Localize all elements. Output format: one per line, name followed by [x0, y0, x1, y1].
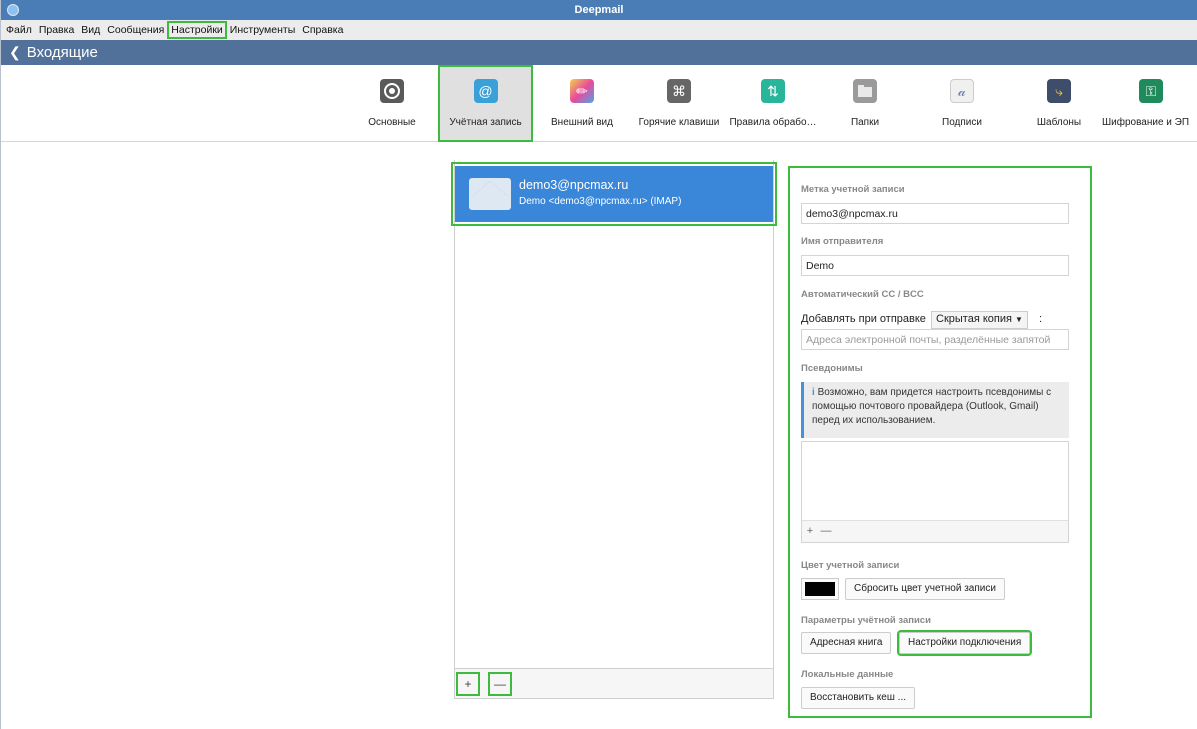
envelope-icon — [469, 178, 511, 210]
account-params-heading: Параметры учётной записи — [801, 615, 931, 626]
folder-icon — [853, 79, 877, 103]
connection-settings-button[interactable]: Настройки подключения — [896, 630, 1033, 656]
tab-hotkeys[interactable]: ⌘ Горячие клавиши — [633, 65, 725, 142]
add-alias-button[interactable]: + — [802, 521, 818, 541]
remove-account-button[interactable]: — — [488, 672, 512, 696]
tab-templates-label: Шаблоны — [1036, 117, 1082, 128]
account-color-heading: Цвет учетной записи — [801, 560, 900, 571]
reset-color-button[interactable]: Сбросить цвет учетной записи — [845, 578, 1005, 600]
key-icon: ⚿ — [1139, 79, 1163, 103]
copy-type-value: Скрытая копия — [936, 313, 1012, 325]
template-icon: ⤷ — [1047, 79, 1071, 103]
account-color-fill — [805, 582, 835, 596]
tab-folders-label: Папки — [850, 117, 880, 128]
aliases-list-footer: + — — [802, 520, 1068, 542]
add-on-send-label: Добавлять при отправке — [801, 313, 926, 325]
preferences-toolbar: Основные @ Учётная запись ✏ Внешний вид … — [1, 65, 1197, 142]
app-icon — [7, 4, 19, 16]
menu-settings[interactable]: Настройки — [167, 21, 227, 39]
chevron-down-icon: ▼ — [1015, 315, 1023, 324]
menu-tools[interactable]: Инструменты — [227, 22, 298, 38]
menu-file[interactable]: Файл — [3, 22, 35, 38]
tab-hotkeys-label: Горячие клавиши — [638, 117, 720, 128]
at-sign-icon: @ — [473, 79, 498, 103]
account-email: demo3@npcmax.ru — [519, 178, 629, 192]
back-to-inbox-link[interactable]: Входящие — [27, 44, 98, 61]
nav-bar: ❮ Входящие — [1, 40, 1197, 65]
account-label-heading: Метка учетной записи — [801, 184, 905, 195]
menu-view[interactable]: Вид — [78, 22, 103, 38]
add-account-button[interactable]: + — [456, 672, 480, 696]
tab-encryption-label: Шифрование и ЭП — [1102, 117, 1190, 128]
account-list-footer: + — — [455, 668, 773, 698]
menu-messages[interactable]: Сообщения — [104, 22, 167, 38]
aliases-info-box: i Возможно, вам придется настроить псевд… — [801, 382, 1069, 438]
account-label-field[interactable]: demo3@npcmax.ru — [801, 203, 1069, 224]
restore-cache-button[interactable]: Восстановить кеш ... — [801, 687, 915, 709]
account-list-item[interactable]: demo3@npcmax.ru Demo <demo3@npcmax.ru> (… — [451, 162, 777, 226]
aliases-info-text: Возможно, вам придется настроить псевдон… — [812, 387, 1052, 426]
menu-help[interactable]: Справка — [299, 22, 346, 38]
tab-encryption[interactable]: ⚿ Шифрование и ЭП — [1099, 65, 1197, 142]
remove-alias-button[interactable]: — — [818, 521, 834, 541]
tab-account-label: Учётная запись — [449, 117, 522, 128]
sender-name-heading: Имя отправителя — [801, 236, 884, 247]
account-description: Demo <demo3@npcmax.ru> (IMAP) — [519, 196, 682, 207]
command-key-icon: ⌘ — [667, 79, 691, 103]
tab-templates[interactable]: ⤷ Шаблоны — [1029, 65, 1089, 142]
tab-rules-label: Правила обрабо… — [729, 117, 817, 128]
account-details-panel: Метка учетной записи demo3@npcmax.ru Имя… — [788, 166, 1092, 718]
account-list: demo3@npcmax.ru Demo <demo3@npcmax.ru> (… — [451, 160, 777, 699]
app-window: Deepmail Файл Правка Вид Сообщения Настр… — [0, 0, 1197, 729]
colon-label: : — [1039, 313, 1043, 325]
tab-account[interactable]: @ Учётная запись — [438, 65, 533, 142]
palette-icon: ✏ — [570, 79, 594, 103]
menu-bar: Файл Правка Вид Сообщения Настройки Инст… — [1, 20, 1197, 40]
tab-appearance[interactable]: ✏ Внешний вид — [543, 65, 621, 142]
tab-general[interactable]: Основные — [357, 65, 427, 142]
info-icon: i — [812, 387, 815, 398]
gear-icon — [380, 79, 404, 103]
tab-appearance-label: Внешний вид — [551, 117, 613, 128]
cc-addresses-field[interactable]: Адреса электронной почты, разделённые за… — [801, 329, 1069, 350]
tab-rules[interactable]: ⇅ Правила обрабо… — [726, 65, 820, 142]
account-settings-pane: demo3@npcmax.ru Demo <demo3@npcmax.ru> (… — [1, 142, 1197, 718]
title-bar: Deepmail — [1, 0, 1197, 20]
rules-arrows-icon: ⇅ — [761, 79, 785, 103]
back-chevron-icon[interactable]: ❮ — [9, 44, 21, 61]
signature-icon: 𝒶 — [950, 79, 974, 103]
copy-type-select[interactable]: Скрытая копия ▼ — [931, 311, 1028, 329]
local-data-heading: Локальные данные — [801, 669, 894, 680]
sender-name-field[interactable]: Demo — [801, 255, 1069, 276]
aliases-heading: Псевдонимы — [801, 363, 863, 374]
account-color-swatch[interactable] — [801, 578, 839, 600]
tab-folders[interactable]: Папки — [835, 65, 895, 142]
tab-signatures-label: Подписи — [942, 117, 982, 128]
menu-edit[interactable]: Правка — [36, 22, 77, 38]
aliases-list[interactable]: + — — [801, 441, 1069, 543]
auto-cc-heading: Автоматический CC / BCC — [801, 289, 924, 300]
address-book-button[interactable]: Адресная книга — [801, 632, 892, 654]
tab-signatures[interactable]: 𝒶 Подписи — [927, 65, 997, 142]
tab-general-label: Основные — [368, 117, 416, 128]
window-title: Deepmail — [574, 4, 624, 16]
